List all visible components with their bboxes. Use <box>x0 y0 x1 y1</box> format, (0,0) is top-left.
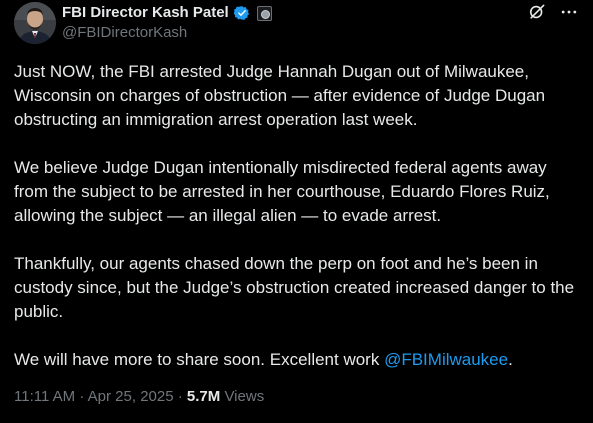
meta-separator: · <box>79 388 85 405</box>
tweet-paragraph: We believe Judge Dugan intentionally mis… <box>14 158 550 225</box>
tweet-time[interactable]: 11:11 AM <box>14 388 75 405</box>
tweet-body: Just NOW, the FBI arrested Judge Hannah … <box>14 60 582 372</box>
grok-icon[interactable] <box>527 2 547 22</box>
more-icon[interactable] <box>559 2 579 22</box>
author-display-name[interactable]: FBI Director Kash Patel <box>62 4 229 22</box>
tweet-date[interactable]: Apr 25, 2025 <box>88 388 174 405</box>
header-actions <box>527 2 579 22</box>
tweet-paragraph: Thankfully, our agents chased down the p… <box>14 254 575 321</box>
meta-separator: · <box>177 388 183 405</box>
tweet-meta: 11:11 AM · Apr 25, 2025 · 5.7M Views <box>14 387 264 407</box>
fbi-seal-icon[interactable] <box>256 5 272 21</box>
verified-badge-icon <box>233 5 250 21</box>
author-name-row: FBI Director Kash Patel <box>62 4 272 22</box>
tweet-paragraph: Just NOW, the FBI arrested Judge Hannah … <box>14 62 546 129</box>
tweet-text: . <box>508 350 513 369</box>
tweet: FBI Director Kash Patel @FBIDirectorKash <box>0 0 593 423</box>
tweet-paragraph-last: We will have more to share soon. Excelle… <box>14 348 582 372</box>
mention-link[interactable]: @FBIMilwaukee <box>384 350 508 369</box>
views-count[interactable]: 5.7M <box>187 388 220 405</box>
avatar[interactable] <box>14 2 56 44</box>
views-label: Views <box>224 388 265 405</box>
tweet-text: We will have more to share soon. Excelle… <box>14 350 385 369</box>
author-handle[interactable]: @FBIDirectorKash <box>62 24 187 42</box>
